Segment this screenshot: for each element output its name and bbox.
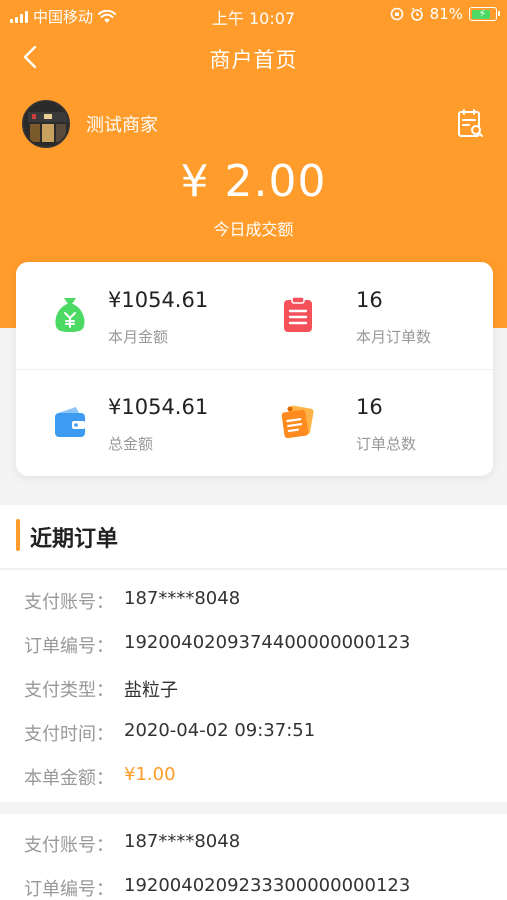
order-notes-icon — [281, 405, 314, 439]
order-account: 187****8048 — [124, 588, 241, 609]
stat-month-orders[interactable]: 16 本月订单数 — [254, 262, 492, 369]
order-row-number: 订单编号： 1920040209233300000000123 — [24, 875, 410, 900]
section-title: 近期订单 — [30, 527, 119, 552]
order-field-label: 订单编号： — [24, 879, 114, 900]
nav-bar: 商户首页 — [0, 30, 507, 84]
stat-label: 总金额 — [108, 435, 154, 453]
today-amount: ¥ 2.00 — [180, 156, 327, 207]
order-field-label: 支付账号： — [24, 835, 114, 856]
order-row-account: 支付账号： 187****8048 — [24, 588, 240, 614]
wallet-icon — [55, 407, 85, 437]
order-row-amount: 本单金额： ¥1.00 — [24, 764, 176, 790]
order-pay-type: 盐粒子 — [124, 680, 178, 701]
order-card[interactable]: 支付账号： 187****8048 订单编号： 1920040209374400… — [0, 570, 507, 802]
orientation-lock-icon — [390, 7, 403, 21]
stats-card: ¥1054.61 本月金额 16 本月订单数 ¥1054.61 总金额 16 订… — [16, 262, 493, 476]
order-field-label: 支付类型： — [24, 680, 114, 701]
order-row-pay-time: 支付时间： 2020-04-02 09:37:51 — [24, 720, 315, 746]
order-pay-time: 2020-04-02 09:37:51 — [124, 720, 316, 741]
stat-value: 16 — [356, 395, 383, 419]
stat-value: ¥1054.61 — [108, 288, 209, 312]
order-card[interactable]: 支付账号： 187****8048 订单编号： 1920040209233300… — [0, 814, 507, 900]
today-amount-label: 今日成交额 — [213, 220, 294, 239]
merchant-name: 测试商家 — [86, 115, 158, 136]
page-title: 商户首页 — [209, 48, 298, 72]
battery-icon: ⚡ — [469, 7, 500, 21]
stat-label: 本月金额 — [108, 328, 169, 346]
order-field-label: 支付账号： — [24, 592, 114, 613]
report-search-icon[interactable] — [457, 108, 485, 140]
order-field-label: 本单金额： — [24, 768, 114, 789]
stat-label: 本月订单数 — [356, 328, 432, 346]
order-row-account: 支付账号： 187****8048 — [24, 831, 240, 857]
money-bag-icon — [55, 298, 85, 332]
status-bar: 中国移动 上午 10:07 81% ⚡ — [0, 0, 507, 30]
order-row-number: 订单编号： 1920040209374400000000123 — [24, 632, 410, 658]
section-accent-bar — [16, 519, 20, 551]
alarm-icon — [410, 7, 423, 21]
merchant-info: 测试商家 — [22, 100, 158, 148]
order-amount: ¥1.00 — [124, 764, 176, 785]
stat-value: ¥1054.61 — [108, 395, 209, 419]
order-number: 1920040209374400000000123 — [124, 632, 411, 653]
clipboard-icon — [284, 296, 312, 332]
order-account: 187****8048 — [124, 831, 241, 852]
stat-label: 订单总数 — [356, 435, 417, 453]
order-field-label: 支付时间： — [24, 724, 114, 745]
stat-total-orders[interactable]: 16 订单总数 — [254, 369, 492, 476]
status-right: 81% ⚡ — [390, 5, 500, 23]
order-row-pay-type: 支付类型： 盐粒子 — [24, 676, 178, 702]
merchant-avatar[interactable] — [22, 100, 70, 148]
stat-total-amount[interactable]: ¥1054.61 总金额 — [16, 369, 254, 476]
stat-value: 16 — [356, 288, 383, 312]
order-field-label: 订单编号： — [24, 636, 114, 657]
battery-percent: 81% — [429, 5, 463, 23]
stat-month-amount[interactable]: ¥1054.61 本月金额 — [16, 262, 254, 369]
recent-orders-header: 近期订单 — [0, 505, 507, 569]
storefront-image-icon — [24, 102, 68, 146]
order-number: 1920040209233300000000123 — [124, 875, 411, 896]
